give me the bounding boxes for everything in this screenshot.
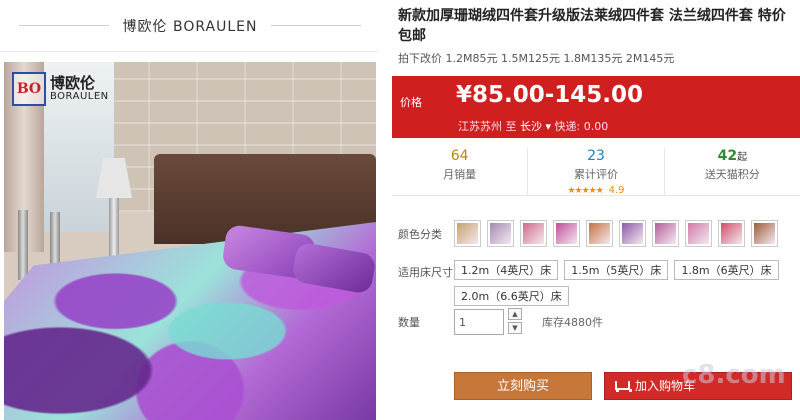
price-label: 价格 — [400, 96, 422, 109]
rating-score: 4.9 — [608, 185, 625, 196]
points-count: 42起 — [717, 148, 748, 164]
color-swatch[interactable] — [520, 220, 547, 247]
color-label: 颜色分类 — [398, 228, 442, 241]
points-label: 送天猫积分 — [704, 168, 760, 181]
swatch-thumbnail — [688, 223, 709, 244]
divider — [271, 25, 362, 26]
size-option[interactable]: 1.5m（5英尺）床 — [564, 260, 669, 280]
review-count[interactable]: 23 — [528, 148, 663, 164]
swatch-thumbnail — [490, 223, 511, 244]
quantity-input[interactable] — [454, 309, 504, 335]
color-swatch[interactable] — [487, 220, 514, 247]
monthly-sales-count: 64 — [450, 148, 469, 164]
product-title: 新款加厚珊瑚绒四件套升级版法莱绒四件套 法兰绒四件套 特价包邮 — [398, 8, 786, 44]
swatch-thumbnail — [754, 223, 775, 244]
ship-destination-select[interactable]: 长沙 ▾ — [520, 120, 551, 133]
swatch-thumbnail — [589, 223, 610, 244]
color-swatch[interactable] — [454, 220, 481, 247]
logo-text-en: BORAULEN — [50, 90, 109, 102]
price-value: ¥85.00-145.00 — [456, 82, 644, 108]
ship-from: 江苏苏州 — [458, 120, 502, 133]
logo-mark: BO — [12, 72, 46, 106]
stats-bar: 64 月销量 23 累计评价 ★★★★★ 4.9 42起 送天猫积分 — [392, 148, 800, 196]
watermark: c8.com — [682, 360, 786, 390]
color-swatch[interactable] — [619, 220, 646, 247]
product-image[interactable]: BO 博欧伦 BORAULEN — [4, 62, 376, 420]
decrement-arrow-icon[interactable]: ▼ — [508, 322, 522, 334]
product-subtitle: 拍下改价 1.2M85元 1.5M125元 1.8M135元 2M145元 — [398, 52, 675, 65]
reviews[interactable]: 23 累计评价 ★★★★★ 4.9 — [528, 148, 665, 196]
review-label: 累计评价 — [573, 168, 618, 181]
color-swatch[interactable] — [652, 220, 679, 247]
product-gallery: 博欧伦 BORAULEN BO 博欧伦 BORAULEN — [0, 0, 380, 420]
product-info: 新款加厚珊瑚绒四件套升级版法莱绒四件套 法兰绒四件套 特价包邮 拍下改价 1.2… — [392, 0, 800, 420]
color-swatch[interactable] — [718, 220, 745, 247]
quantity-stepper: ▲ ▼ 库存4880件 — [454, 308, 603, 336]
size-option[interactable]: 1.8m（6英尺）床 — [674, 260, 779, 280]
candle-holder — [18, 210, 28, 280]
ship-to-word: 至 — [505, 120, 517, 133]
tmall-points: 42起 送天猫积分 — [665, 148, 800, 195]
increment-arrow-icon[interactable]: ▲ — [508, 308, 522, 320]
color-swatch[interactable] — [751, 220, 778, 247]
color-swatch[interactable] — [586, 220, 613, 247]
color-swatch[interactable] — [553, 220, 580, 247]
size-label: 适用床尺寸 — [398, 266, 453, 279]
divider — [18, 25, 109, 26]
monthly-sales-label: 月销量 — [443, 168, 477, 181]
monthly-sales: 64 月销量 — [392, 148, 529, 195]
express-fee: 快递: 0.00 — [554, 120, 609, 133]
brand-header: 博欧伦 BORAULEN — [0, 0, 380, 52]
price-panel: 价格 ¥85.00-145.00 江苏苏州 至 长沙 ▾ 快递: 0.00 — [392, 76, 800, 138]
shipping-info: 江苏苏州 至 长沙 ▾ 快递: 0.00 — [458, 118, 608, 134]
swatch-thumbnail — [556, 223, 577, 244]
stock-count: 库存4880件 — [542, 316, 603, 329]
size-option[interactable]: 2.0m（6.6英尺）床 — [454, 286, 569, 306]
rating-stars-icon: ★★★★★ — [567, 186, 603, 196]
swatch-thumbnail — [655, 223, 676, 244]
logo-text-cn: 博欧伦 — [50, 73, 96, 92]
swatch-thumbnail — [721, 223, 742, 244]
swatch-thumbnail — [523, 223, 544, 244]
buy-now-button[interactable]: 立刻购买 — [454, 372, 592, 400]
size-options: 1.2m（4英尺）床 1.5m（5英尺）床 1.8m（6英尺）床 2.0m（6.6英尺… — [454, 260, 794, 306]
color-swatch[interactable] — [685, 220, 712, 247]
cart-icon — [613, 379, 632, 393]
swatch-thumbnail — [622, 223, 643, 244]
swatch-thumbnail — [457, 223, 478, 244]
brand-logo: BO 博欧伦 BORAULEN — [12, 72, 109, 106]
color-swatches — [454, 220, 778, 247]
size-option[interactable]: 1.2m（4英尺）床 — [454, 260, 559, 280]
quantity-label: 数量 — [398, 316, 420, 329]
brand-name: 博欧伦 BORAULEN — [122, 18, 258, 35]
